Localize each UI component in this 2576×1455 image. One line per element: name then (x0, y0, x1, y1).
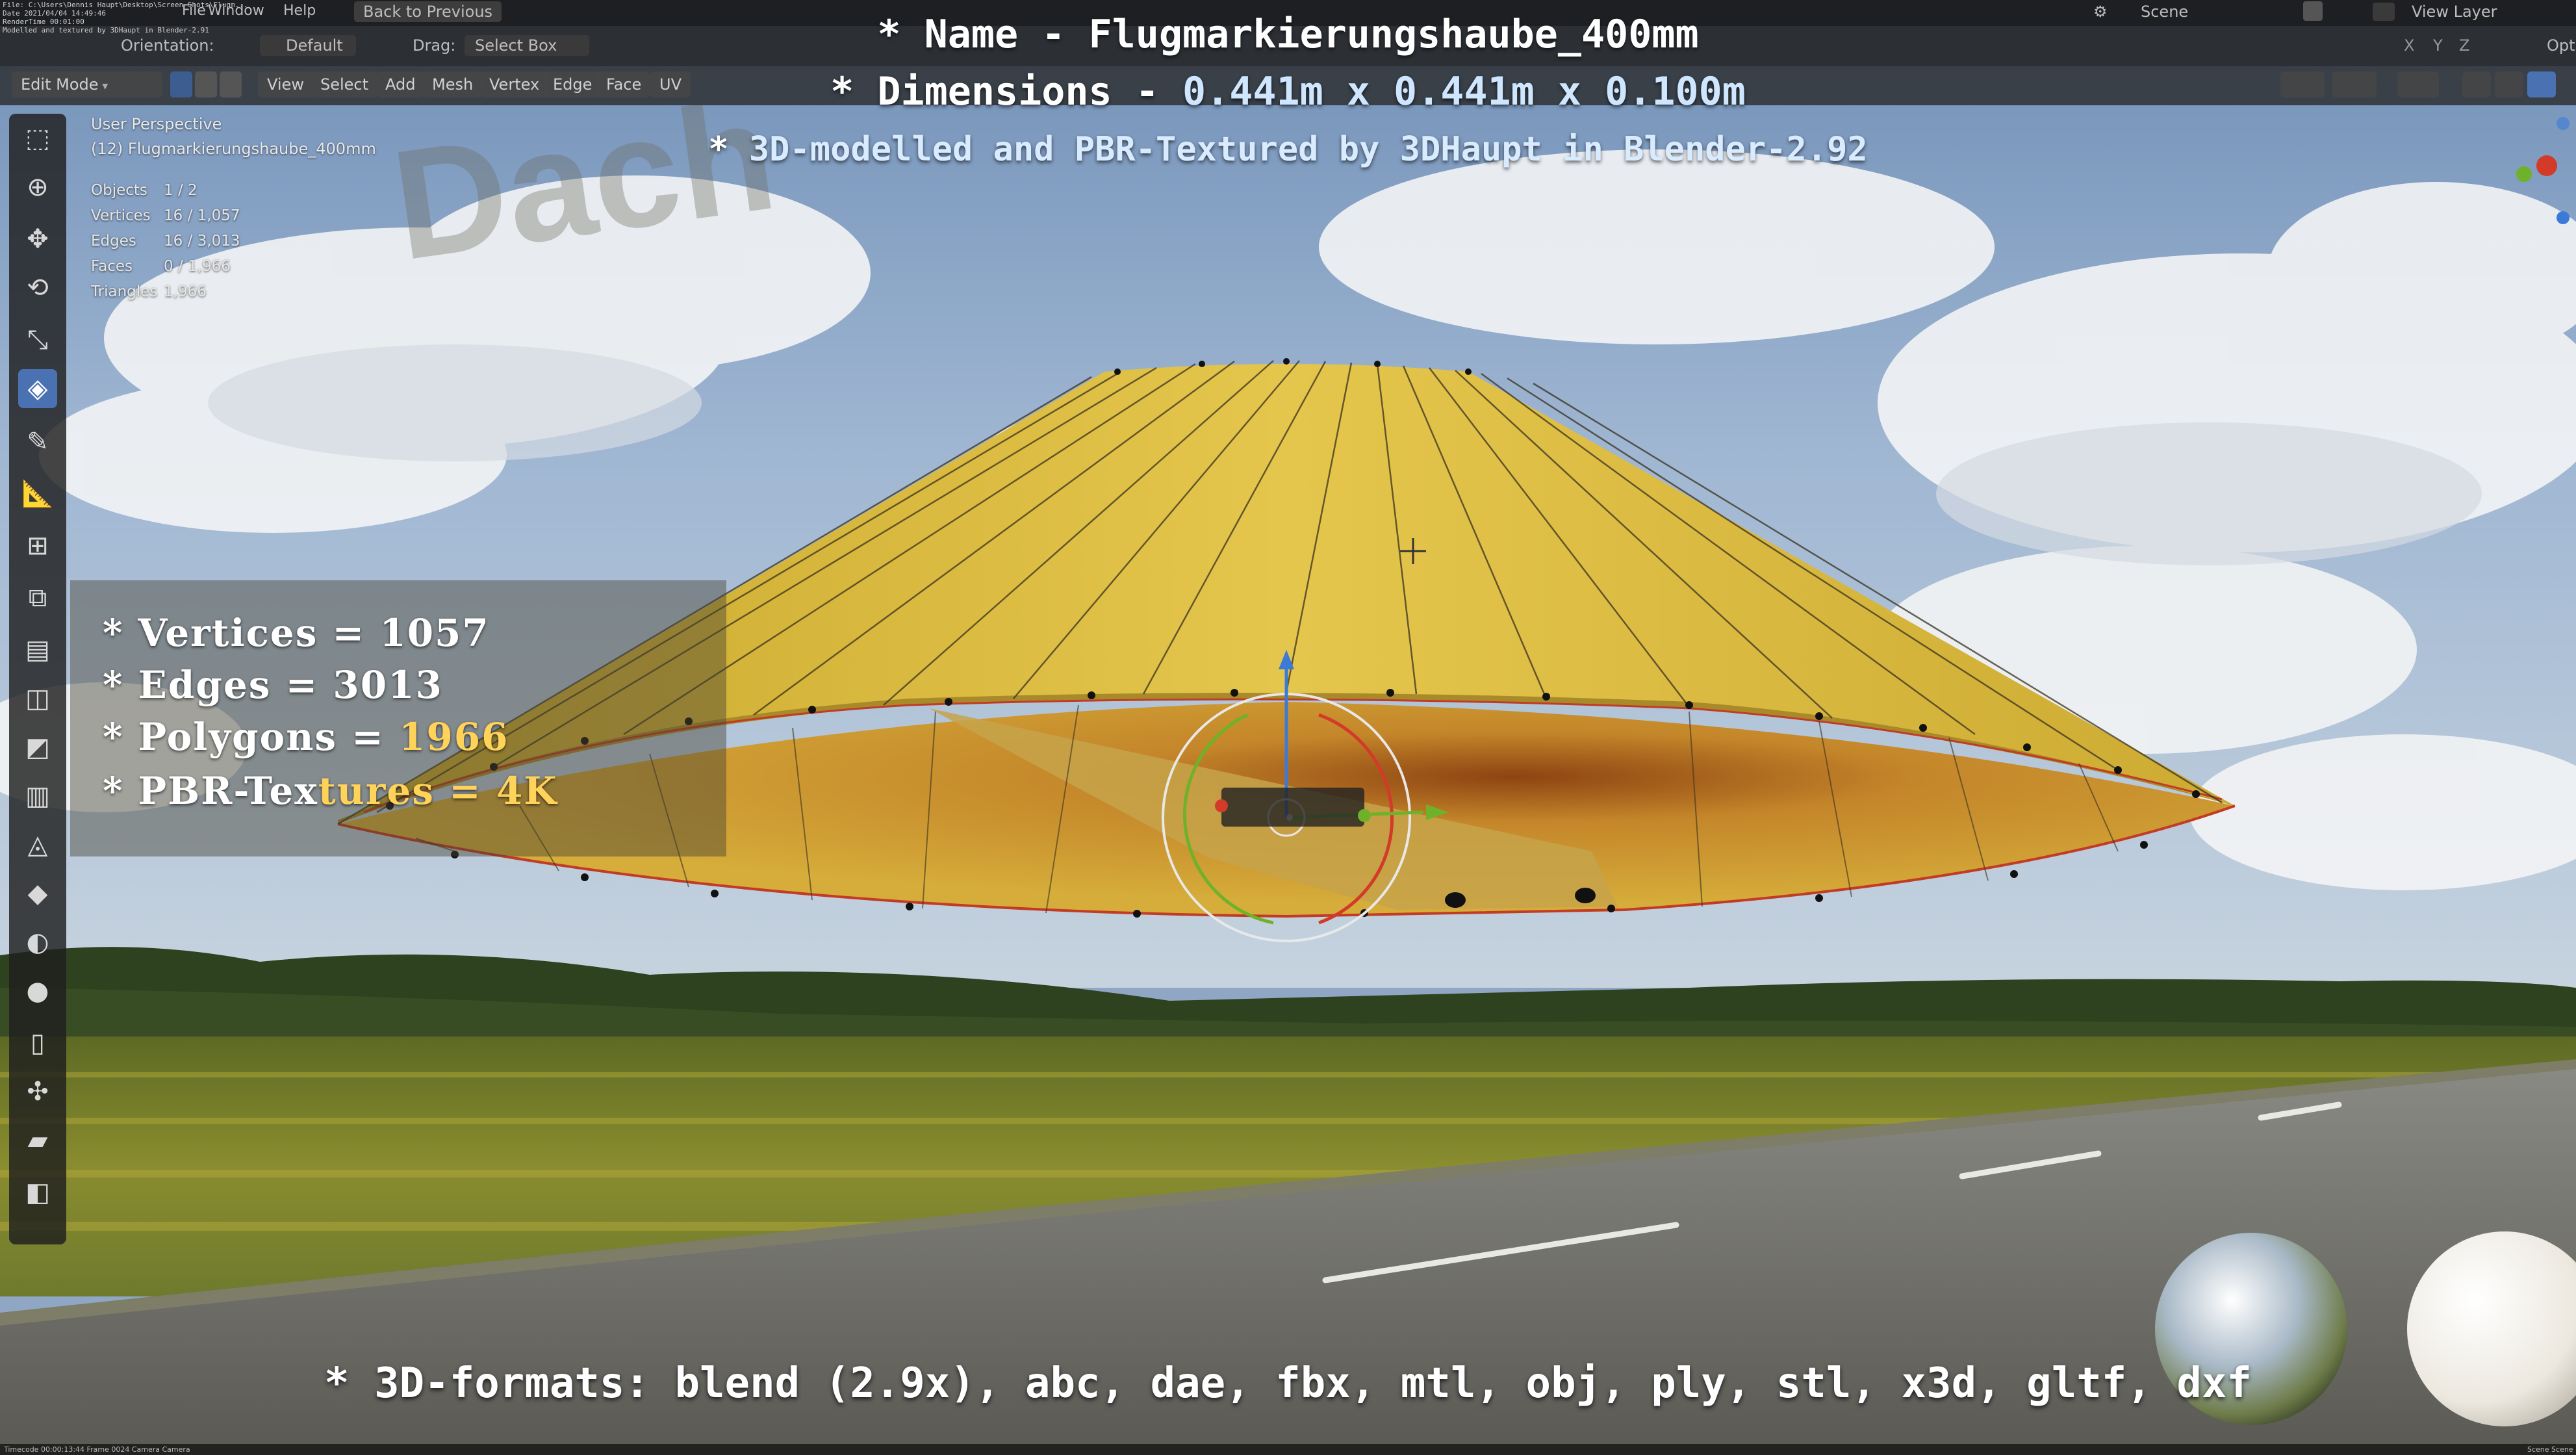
stat-objects-label: Objects (91, 182, 147, 199)
stat-faces-value: 0 / 1,966 (164, 258, 231, 275)
rotate-icon[interactable]: ⟲ (18, 268, 57, 307)
status-bar (0, 1444, 2576, 1455)
overlay-formats-line: * 3D-formats: blend (2.9x), abc, dae, fb… (324, 1359, 2252, 1408)
transform-icon[interactable]: ◈ (18, 369, 57, 408)
smooth-icon[interactable]: ● (18, 972, 57, 1011)
dimensions-prefix: * Dimensions - (830, 69, 1182, 114)
shear-icon[interactable]: ▰ (18, 1121, 57, 1160)
pbr-value: tures = 4K (318, 769, 558, 813)
loop-cut-icon[interactable]: ▥ (18, 777, 57, 816)
cursor-icon[interactable]: ⊕ (18, 168, 57, 207)
overlay-edges: * Edges = 3013 (103, 663, 443, 707)
overlay-vertices: * Vertices = 1057 (103, 611, 490, 655)
overlay-credits-line: * 3D-modelled and PBR-Textured by 3DHaup… (0, 130, 2576, 169)
stat-vertices-value: 16 / 1,057 (164, 207, 240, 224)
extrude-region-icon[interactable]: ⧉ (18, 578, 57, 617)
overlay-name-line: * Name - Flugmarkierungshaube_400mm (877, 12, 1699, 57)
credits-prefix: * (708, 130, 749, 169)
dimensions-value: 0.441m x 0.441m x 0.100m (1182, 69, 1746, 114)
spin-icon[interactable]: ◐ (18, 923, 57, 962)
stat-vertices-label: Vertices (91, 207, 151, 224)
shrink-fatten-icon[interactable]: ✣ (18, 1072, 57, 1111)
polygons-prefix: * Polygons = (103, 715, 400, 759)
scale-icon[interactable]: ⤡ (18, 320, 57, 359)
overlay-pbr: * PBR-Textures = 4K (103, 769, 558, 813)
stat-objects-value: 1 / 2 (164, 182, 198, 199)
stat-edges-value: 16 / 3,013 (164, 233, 240, 250)
knife-icon[interactable]: ◬ (18, 825, 57, 864)
overlay-dimensions-line: * Dimensions - 0.441m x 0.441m x 0.100m (0, 69, 2576, 114)
stat-triangles-value: 1,966 (164, 283, 207, 300)
inset-faces-icon[interactable]: ◫ (18, 679, 57, 718)
overlay-polygons: * Polygons = 1966 (103, 715, 509, 759)
stat-faces-label: Faces (91, 258, 133, 275)
credits-text: 3D-modelled and PBR-Textured by 3DHaupt … (748, 130, 1868, 169)
edge-slide-icon[interactable]: ▯ (18, 1024, 57, 1062)
select-box-icon[interactable]: ⬚ (18, 119, 57, 158)
polygons-value: 1966 (399, 715, 509, 759)
status-right: Scene Scene (2527, 1445, 2573, 1454)
move-icon[interactable]: ✥ (18, 220, 57, 259)
stat-triangles-label: Triangles (91, 283, 158, 300)
status-left: Timecode 00:00:13:44 Frame 0024 Camera C… (4, 1445, 190, 1454)
annotate-icon[interactable]: ✎ (18, 422, 57, 461)
extrude-individual-icon[interactable]: ▤ (18, 630, 57, 669)
poly-build-icon[interactable]: ◆ (18, 874, 57, 913)
stat-edges-label: Edges (91, 233, 136, 250)
bevel-icon[interactable]: ◩ (18, 728, 57, 767)
measure-icon[interactable]: 📐 (18, 474, 57, 513)
pbr-prefix: * PBR-Tex (103, 769, 318, 813)
add-cube-icon[interactable]: ⊞ (18, 526, 57, 565)
rip-region-icon[interactable]: ◧ (18, 1173, 57, 1212)
